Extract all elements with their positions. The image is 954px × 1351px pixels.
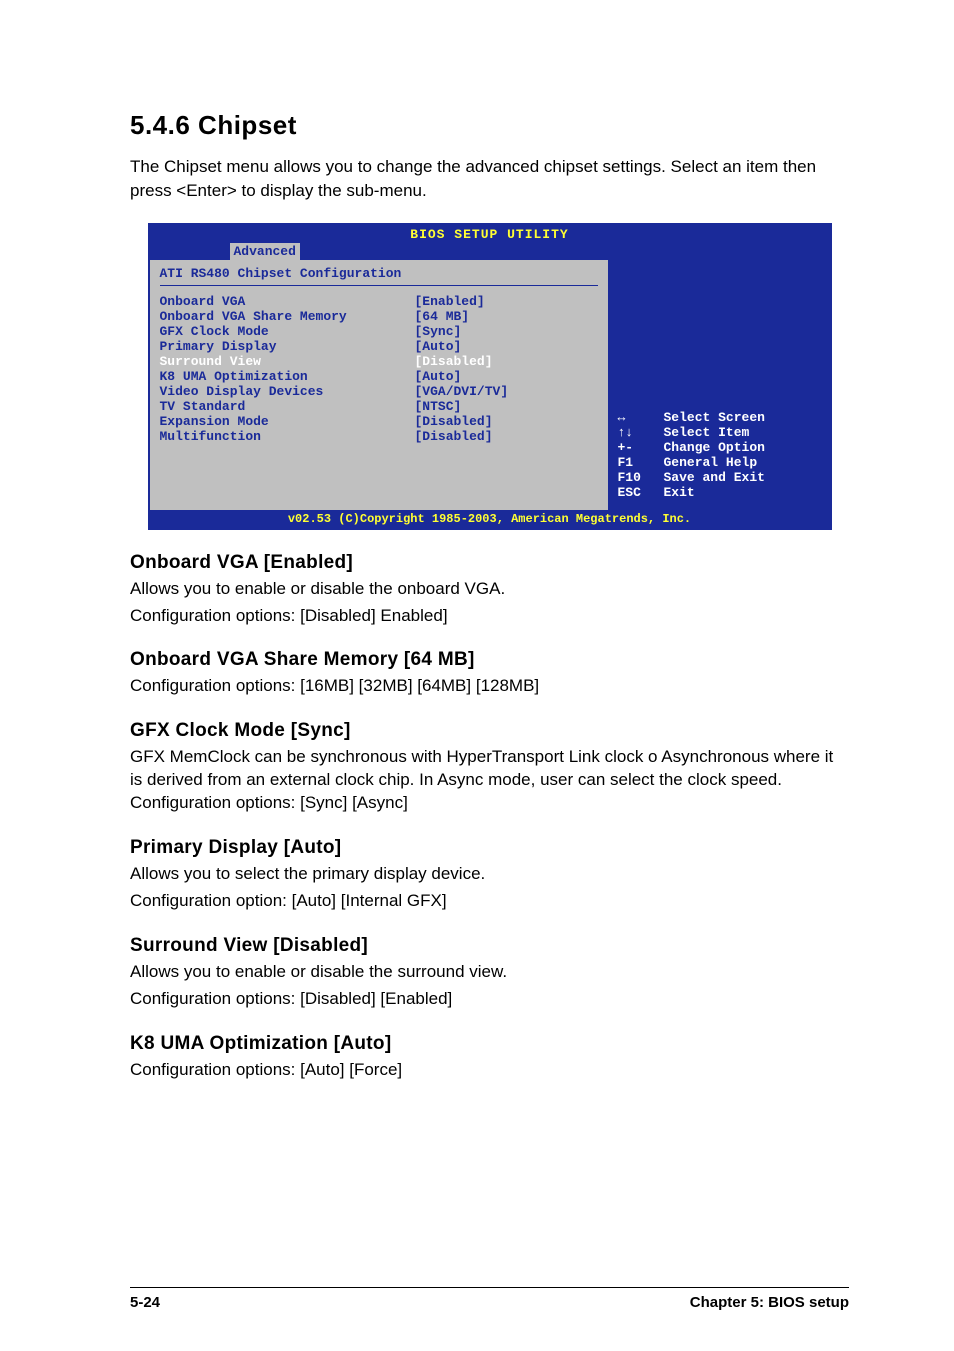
option-heading: Primary Display [Auto] [130,837,849,859]
bios-help-row: F1General Help [618,455,822,470]
bios-help-key: F1 [618,455,664,470]
bios-item-value: [Auto] [415,339,462,354]
bios-help-key: +- [618,440,664,455]
bios-item-value: [Disabled] [415,429,493,444]
page-number: 5-24 [130,1294,160,1311]
option-description: Configuration options: [Auto] [Force] [130,1059,849,1082]
bios-item[interactable]: Primary Display[Auto] [160,339,598,354]
option-description: Allows you to select the primary display… [130,863,849,886]
option-heading: Onboard VGA Share Memory [64 MB] [130,649,849,671]
bios-title: BIOS SETUP UTILITY [150,225,830,242]
bios-item-value: [Enabled] [415,294,485,309]
option-description: Configuration options: [Disabled] Enable… [130,605,849,628]
bios-item[interactable]: Onboard VGA[Enabled] [160,294,598,309]
bios-tab-advanced[interactable]: Advanced [230,243,300,260]
bios-item-label: TV Standard [160,399,415,414]
option-description: Allows you to enable or disable the onbo… [130,578,849,601]
option-description: Configuration options: [Disabled] [Enabl… [130,988,849,1011]
bios-help-panel: ↔Select Screen↑↓Select Item+-Change Opti… [610,260,830,510]
bios-item-value: [Disabled] [415,414,493,429]
chapter-label: Chapter 5: BIOS setup [690,1294,849,1311]
bios-help-row: ↑↓Select Item [618,425,822,440]
bios-item-label: Primary Display [160,339,415,354]
bios-copyright: v02.53 (C)Copyright 1985-2003, American … [150,510,830,528]
bios-help-row: +-Change Option [618,440,822,455]
bios-help-text: Select Item [664,425,750,440]
bios-help-key: F10 [618,470,664,485]
bios-help-text: General Help [664,455,758,470]
bios-help-key: ESC [618,485,664,500]
bios-item[interactable]: Expansion Mode[Disabled] [160,414,598,429]
bios-item-label: Surround View [160,354,415,369]
bios-item-value: [NTSC] [415,399,462,414]
bios-item-label: Multifunction [160,429,415,444]
bios-help-key: ↑↓ [618,425,664,440]
option-description: Configuration options: [16MB] [32MB] [64… [130,675,849,698]
option-description: Allows you to enable or disable the surr… [130,961,849,984]
bios-help-text: Select Screen [664,410,765,425]
bios-item-value: [Auto] [415,369,462,384]
bios-help-text: Exit [664,485,695,500]
bios-item-value: [Sync] [415,324,462,339]
bios-help-row: ↔Select Screen [618,410,822,425]
bios-item[interactable]: Multifunction[Disabled] [160,429,598,444]
bios-item-label: Onboard VGA [160,294,415,309]
bios-item[interactable]: Surround View[Disabled] [160,354,598,369]
page-heading: 5.4.6 Chipset [130,110,849,141]
bios-item-label: GFX Clock Mode [160,324,415,339]
bios-item[interactable]: K8 UMA Optimization[Auto] [160,369,598,384]
bios-help-key: ↔ [618,410,664,425]
bios-item-label: Expansion Mode [160,414,415,429]
intro-text: The Chipset menu allows you to change th… [130,155,849,203]
option-heading: Surround View [Disabled] [130,935,849,957]
bios-item-value: [VGA/DVI/TV] [415,384,509,399]
bios-item-label: Onboard VGA Share Memory [160,309,415,324]
option-description: GFX MemClock can be synchronous with Hyp… [130,746,849,815]
bios-item-label: K8 UMA Optimization [160,369,415,384]
bios-help-text: Save and Exit [664,470,765,485]
option-heading: K8 UMA Optimization [Auto] [130,1033,849,1055]
option-heading: GFX Clock Mode [Sync] [130,720,849,742]
bios-section-heading: ATI RS480 Chipset Configuration [160,266,598,286]
bios-help-text: Change Option [664,440,765,455]
bios-item[interactable]: Onboard VGA Share Memory[64 MB] [160,309,598,324]
bios-item-value: [64 MB] [415,309,470,324]
bios-help-row: F10Save and Exit [618,470,822,485]
option-description: Configuration option: [Auto] [Internal G… [130,890,849,913]
bios-item[interactable]: TV Standard[NTSC] [160,399,598,414]
option-heading: Onboard VGA [Enabled] [130,552,849,574]
bios-item-label: Video Display Devices [160,384,415,399]
bios-item[interactable]: GFX Clock Mode[Sync] [160,324,598,339]
bios-screenshot: BIOS SETUP UTILITY Advanced ATI RS480 Ch… [148,223,832,530]
bios-help-row: ESCExit [618,485,822,500]
bios-item-value: [Disabled] [415,354,493,369]
bios-item[interactable]: Video Display Devices[VGA/DVI/TV] [160,384,598,399]
